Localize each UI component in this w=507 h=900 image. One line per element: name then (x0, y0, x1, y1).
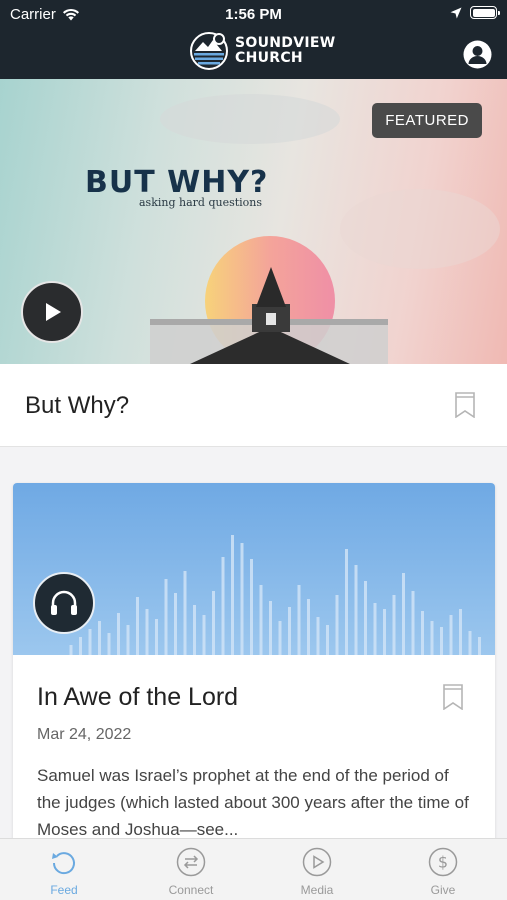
audio-thumbnail (13, 483, 495, 655)
tab-label: Media (300, 883, 334, 897)
tab-media[interactable]: Media (272, 847, 362, 897)
play-button[interactable] (21, 281, 83, 343)
status-bar: Carrier 1:56 PM (0, 0, 507, 28)
featured-item-card[interactable]: But Why? (0, 364, 507, 447)
hero-subtitle: asking hard questions (139, 196, 263, 209)
card-title: In Awe of the Lord (37, 683, 239, 711)
tab-feed[interactable]: Feed (19, 847, 109, 897)
tab-label: Give (430, 883, 456, 897)
play-icon (46, 303, 61, 321)
refresh-icon (52, 852, 75, 875)
featured-hero[interactable]: BUT WHY? asking hard questions FEATURED (0, 79, 507, 364)
hero-title: BUT WHY? (85, 165, 269, 200)
card-date: Mar 24, 2022 (37, 726, 132, 743)
tab-connect[interactable]: Connect (146, 847, 236, 897)
tab-bar: Feed Connect Media $ Give (0, 838, 507, 900)
dollar-icon: $ (428, 847, 458, 877)
headphones-icon (51, 590, 77, 615)
waveform-graphic (69, 535, 481, 655)
tab-label: Feed (50, 883, 78, 897)
bookmark-icon[interactable] (442, 684, 464, 710)
featured-badge: FEATURED (372, 103, 482, 138)
content-card[interactable]: In Awe of the Lord Mar 24, 2022 Samuel w… (13, 483, 495, 863)
location-arrow-icon (450, 7, 462, 18)
status-right (450, 6, 500, 19)
top-bar: Carrier 1:56 PM SOUNDVIEW CHURCH (0, 0, 507, 79)
listen-button[interactable] (33, 572, 95, 634)
svg-text:$: $ (438, 853, 448, 872)
battery-icon (470, 6, 500, 19)
profile-icon[interactable] (463, 40, 492, 69)
brand-line-2: CHURCH (235, 50, 303, 66)
featured-item-title: But Why? (25, 392, 130, 419)
church-logo-icon (190, 32, 228, 70)
clock: 1:56 PM (225, 6, 282, 23)
tab-give[interactable]: $ Give (398, 847, 488, 897)
card-excerpt: Samuel was Israel’s prophet at the end o… (37, 766, 469, 839)
brand-name: SOUNDVIEW CHURCH (235, 36, 335, 66)
play-circle-icon (302, 847, 332, 877)
church-brand[interactable]: SOUNDVIEW CHURCH (189, 31, 335, 71)
swap-arrows-icon (176, 847, 206, 877)
tab-label: Connect (168, 883, 214, 897)
bookmark-icon[interactable] (454, 392, 476, 418)
brand-line-1: SOUNDVIEW (235, 35, 336, 51)
